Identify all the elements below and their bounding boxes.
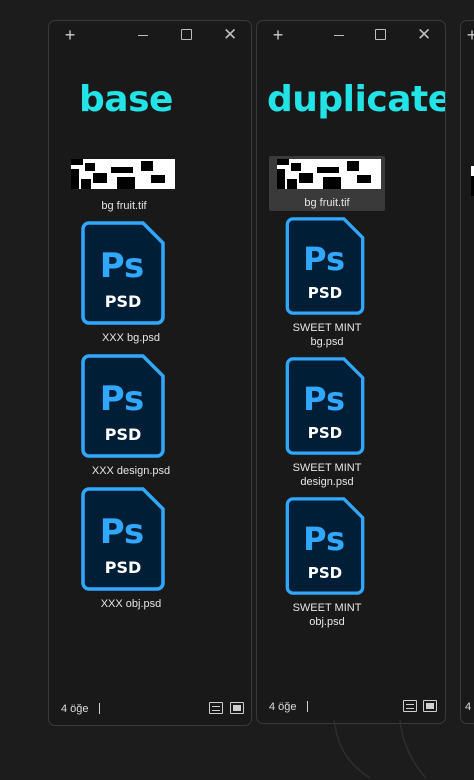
file-label: SWEET MINT design.psd xyxy=(292,462,362,488)
status-bar: 4 xyxy=(461,699,474,715)
svg-text:Ps: Ps xyxy=(100,379,145,419)
explorer-window-base: + ✕ base bg fruit.tif Ps PSD XXX bg.psd xyxy=(48,20,252,726)
divider xyxy=(99,703,100,714)
close-button[interactable]: ✕ xyxy=(417,25,431,45)
svg-text:PSD: PSD xyxy=(308,564,342,582)
desktop-cable-decoration xyxy=(333,720,427,779)
file-label: XXX bg.psd xyxy=(101,332,161,344)
large-icons-view-icon[interactable] xyxy=(230,702,244,714)
large-icons-view-icon[interactable] xyxy=(423,700,437,712)
tif-thumbnail xyxy=(71,159,175,189)
svg-text:PSD: PSD xyxy=(105,425,142,444)
svg-text:Ps: Ps xyxy=(100,246,145,286)
explorer-window-duplicate: + ✕ duplicate bg fruit.tif Ps PSD SWEET … xyxy=(256,20,446,724)
maximize-button[interactable] xyxy=(181,29,192,40)
minimize-button[interactable] xyxy=(334,35,344,36)
file-label: bg fruit.tif xyxy=(101,200,147,212)
file-label: SWEET MINT bg.psd xyxy=(292,322,362,348)
maximize-button[interactable] xyxy=(375,29,386,40)
tif-thumbnail xyxy=(277,159,381,189)
file-label: bg fruit.tif xyxy=(304,197,350,209)
divider xyxy=(307,701,308,712)
file-label: SWEET MINT obj.psd xyxy=(292,602,362,628)
svg-text:Ps: Ps xyxy=(303,240,345,278)
psd-file-icon: Ps PSD xyxy=(285,217,365,315)
item-count: 4 öğe xyxy=(269,701,297,713)
svg-text:Ps: Ps xyxy=(303,520,345,558)
close-button[interactable]: ✕ xyxy=(223,25,237,45)
details-view-icon[interactable] xyxy=(209,702,223,714)
details-view-icon[interactable] xyxy=(403,700,417,712)
file-label: XXX obj.psd xyxy=(100,598,162,610)
psd-file-icon: Ps PSD xyxy=(285,357,365,455)
title-bar: + ✕ xyxy=(49,21,251,51)
svg-text:PSD: PSD xyxy=(105,292,142,311)
svg-text:PSD: PSD xyxy=(308,424,342,442)
item-count: 4 xyxy=(465,701,472,713)
file-label: XXX design.psd xyxy=(91,465,171,477)
minimize-button[interactable] xyxy=(138,35,148,36)
status-bar: 4 öğe xyxy=(257,699,445,715)
item-count: 4 öğe xyxy=(61,703,89,715)
svg-text:PSD: PSD xyxy=(308,284,342,302)
folder-title: base xyxy=(79,79,173,120)
new-tab-button[interactable]: + xyxy=(463,26,474,44)
svg-text:Ps: Ps xyxy=(100,512,145,552)
folder-title: duplicate xyxy=(267,79,446,120)
explorer-window-partial: + 4 xyxy=(460,20,474,724)
file-item-tif-selected[interactable]: bg fruit.tif xyxy=(269,156,385,211)
title-bar: + xyxy=(461,21,474,51)
title-bar: + ✕ xyxy=(257,21,445,51)
new-tab-button[interactable]: + xyxy=(269,26,287,44)
psd-file-icon: Ps PSD xyxy=(81,354,165,458)
new-tab-button[interactable]: + xyxy=(61,26,79,44)
psd-file-icon: Ps PSD xyxy=(81,487,165,591)
psd-file-icon: Ps PSD xyxy=(81,221,165,325)
status-bar: 4 öğe xyxy=(49,701,251,717)
svg-text:Ps: Ps xyxy=(303,380,345,418)
svg-text:PSD: PSD xyxy=(105,558,142,577)
psd-file-icon: Ps PSD xyxy=(285,497,365,595)
